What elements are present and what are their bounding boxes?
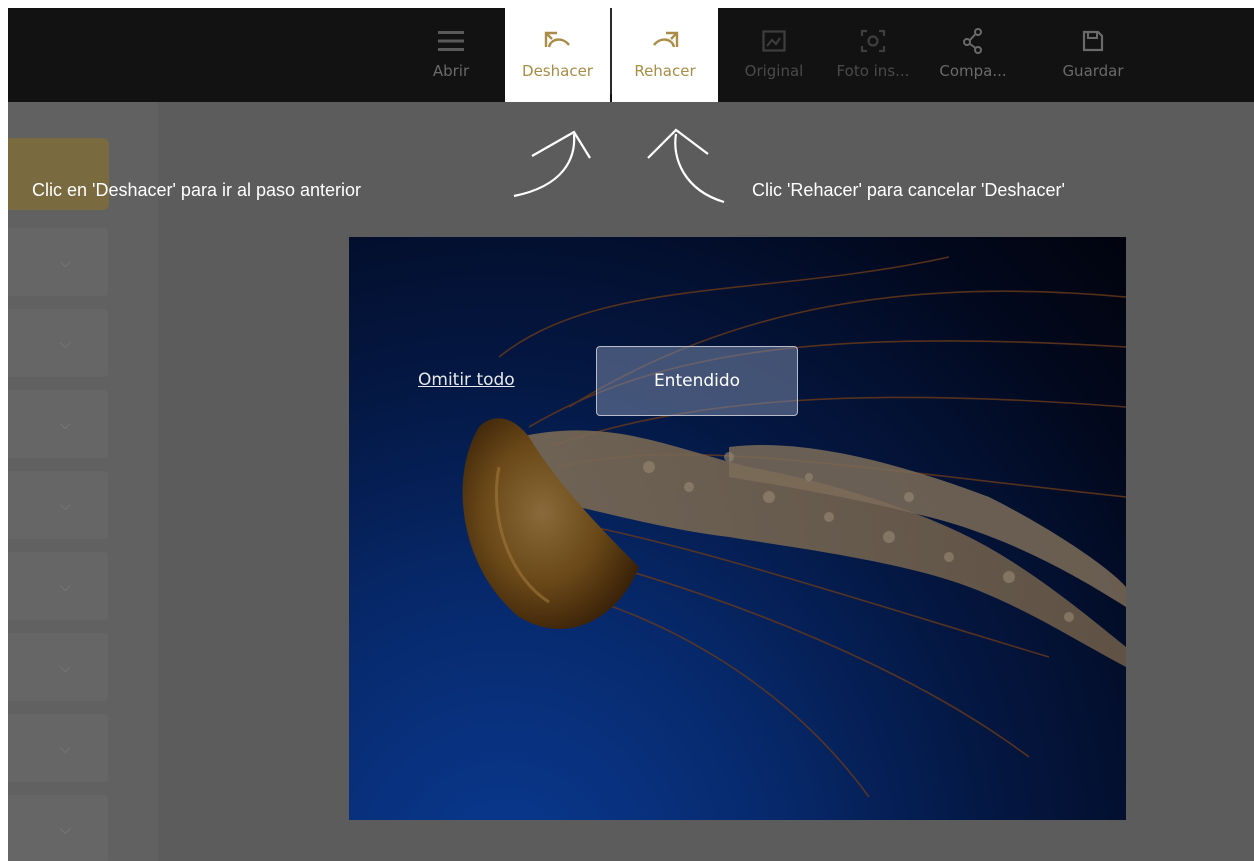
adjustments-panel: ⌵ ⌵ ⌵ ⌵ ⌵ ⌵ ⌵ ⌵ xyxy=(8,102,158,861)
chevron-down-icon: ⌵ xyxy=(60,254,71,270)
undo-button[interactable]: Deshacer xyxy=(505,8,610,102)
photo-info-button-label: Foto ins... xyxy=(836,62,910,80)
panel-section[interactable]: ⌵ xyxy=(8,309,108,377)
redo-button-label: Rehacer xyxy=(634,62,696,80)
panel-section[interactable]: ⌵ xyxy=(8,633,108,701)
image-icon xyxy=(759,26,789,56)
got-it-button[interactable]: Entendido xyxy=(596,346,798,416)
menu-icon xyxy=(436,26,466,56)
jellyfish-image xyxy=(462,256,1126,798)
redo-icon xyxy=(650,26,680,56)
panel-section[interactable]: ⌵ xyxy=(8,795,108,861)
photo-editor-app: Abrir Deshacer Rehacer Original Foto ins… xyxy=(8,8,1254,861)
chevron-down-icon: ⌵ xyxy=(60,578,71,594)
panel-section[interactable]: ⌵ xyxy=(8,552,108,620)
chevron-down-icon: ⌵ xyxy=(60,497,71,513)
undo-hint-text: Clic en 'Deshacer' para ir al paso anter… xyxy=(32,180,362,200)
share-button-label: Compa... xyxy=(939,62,1007,80)
panel-section[interactable]: ⌵ xyxy=(8,228,108,296)
chevron-down-icon: ⌵ xyxy=(60,659,71,675)
save-button-label: Guardar xyxy=(1062,62,1124,80)
undo-button-label: Deshacer xyxy=(522,62,593,80)
focus-icon xyxy=(858,26,888,56)
photo-info-button[interactable]: Foto ins... xyxy=(828,8,918,102)
panel-section[interactable]: ⌵ xyxy=(8,471,108,539)
original-button[interactable]: Original xyxy=(736,8,812,102)
skip-all-link[interactable]: Omitir todo xyxy=(418,370,515,390)
panel-section[interactable]: ⌵ xyxy=(8,390,108,458)
share-icon xyxy=(958,26,988,56)
original-button-label: Original xyxy=(744,62,804,80)
open-button-label: Abrir xyxy=(432,62,470,80)
chevron-down-icon: ⌵ xyxy=(60,335,71,351)
undo-icon xyxy=(543,26,573,56)
chevron-down-icon: ⌵ xyxy=(60,821,71,837)
chevron-down-icon: ⌵ xyxy=(60,416,71,432)
top-toolbar: Abrir Deshacer Rehacer Original Foto ins… xyxy=(8,8,1254,102)
chevron-down-icon: ⌵ xyxy=(60,740,71,756)
panel-section[interactable]: ⌵ xyxy=(8,714,108,782)
photo-canvas xyxy=(349,237,1126,820)
share-button[interactable]: Compa... xyxy=(933,8,1013,102)
save-icon xyxy=(1078,26,1108,56)
redo-button[interactable]: Rehacer xyxy=(612,8,718,102)
open-button[interactable]: Abrir xyxy=(421,8,481,102)
redo-hint-text: Clic 'Rehacer' para cancelar 'Deshacer' xyxy=(752,180,1065,200)
save-button[interactable]: Guardar xyxy=(1048,8,1138,102)
